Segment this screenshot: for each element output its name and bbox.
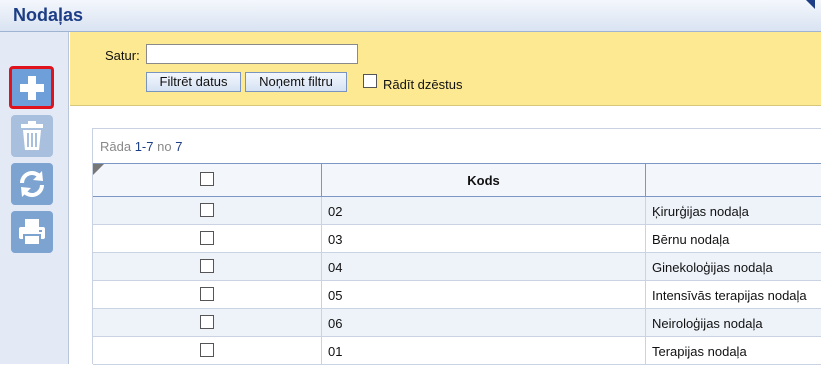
show-deleted-label: Rādīt dzēstus	[383, 77, 463, 92]
name-cell: Bērnu nodaļa	[646, 225, 821, 252]
filter-panel: Satur: Filtrēt datus Noņemt filtru Rādīt…	[70, 32, 821, 106]
row-code: 01	[328, 344, 343, 359]
main-content: Rāda 1-7 no 7 Kods 02 Ķirurģijas nodaļa 03…	[70, 106, 821, 365]
row-checkbox[interactable]	[200, 315, 214, 329]
info-total: 7	[175, 139, 183, 154]
page-title: Nodaļas	[13, 5, 84, 25]
row-name: Neiroloģijas nodaļa	[652, 316, 763, 331]
name-cell: Neiroloģijas nodaļa	[646, 309, 821, 336]
row-select-cell	[93, 197, 322, 224]
row-code: 02	[328, 204, 343, 219]
select-all-checkbox[interactable]	[200, 172, 214, 186]
code-cell: 03	[322, 225, 646, 252]
clear-filter-button[interactable]: Noņemt filtru	[245, 72, 347, 92]
filter-input[interactable]	[146, 44, 358, 64]
info-of: no	[157, 139, 172, 154]
info-range: 1-7	[134, 139, 154, 154]
table-row[interactable]: 03 Bērnu nodaļa	[93, 225, 821, 253]
filter-data-button[interactable]: Filtrēt datus	[146, 72, 241, 92]
row-select-cell	[93, 225, 322, 252]
row-checkbox[interactable]	[200, 231, 214, 245]
table-row[interactable]: 01 Terapijas nodaļa	[93, 337, 821, 365]
row-code: 05	[328, 288, 343, 303]
grid-panel: Rāda 1-7 no 7 Kods 02 Ķirurģijas nodaļa 03…	[92, 128, 821, 365]
show-deleted-checkbox[interactable]	[363, 74, 377, 88]
row-name: Ginekoloģijas nodaļa	[652, 260, 773, 275]
row-name: Ķirurģijas nodaļa	[652, 204, 749, 219]
print-button[interactable]	[11, 211, 53, 253]
refresh-button[interactable]	[11, 163, 53, 205]
row-name: Bērnu nodaļa	[652, 232, 730, 247]
row-select-cell	[93, 309, 322, 336]
table-row[interactable]: 06 Neiroloģijas nodaļa	[93, 309, 821, 337]
row-code: 06	[328, 316, 343, 331]
table-row[interactable]: 05 Intensīvās terapijas nodaļa	[93, 281, 821, 309]
row-code: 03	[328, 232, 343, 247]
name-cell: Terapijas nodaļa	[646, 337, 821, 364]
records-info: Rāda 1-7 no 7	[100, 139, 182, 154]
add-button[interactable]	[9, 66, 54, 109]
column-header-label: Kods	[467, 173, 500, 188]
row-select-cell	[93, 281, 322, 308]
row-select-cell	[93, 337, 322, 364]
filter-label: Satur:	[105, 48, 140, 63]
column-header-name[interactable]	[646, 164, 821, 196]
row-checkbox[interactable]	[200, 203, 214, 217]
row-checkbox[interactable]	[200, 259, 214, 273]
row-select-cell	[93, 253, 322, 280]
collapse-corner-icon[interactable]	[806, 0, 815, 9]
name-cell: Intensīvās terapijas nodaļa	[646, 281, 821, 308]
name-cell: Ginekoloģijas nodaļa	[646, 253, 821, 280]
row-name: Terapijas nodaļa	[652, 344, 747, 359]
code-cell: 02	[322, 197, 646, 224]
action-toolbar	[0, 32, 69, 364]
code-cell: 04	[322, 253, 646, 280]
code-cell: 05	[322, 281, 646, 308]
grid-header: Kods	[93, 163, 821, 197]
info-prefix: Rāda	[100, 139, 132, 154]
row-name: Intensīvās terapijas nodaļa	[652, 288, 807, 303]
table-row[interactable]: 04 Ginekoloģijas nodaļa	[93, 253, 821, 281]
name-cell: Ķirurģijas nodaļa	[646, 197, 821, 224]
delete-button[interactable]	[11, 115, 53, 157]
code-cell: 06	[322, 309, 646, 336]
table-row[interactable]: 02 Ķirurģijas nodaļa	[93, 197, 821, 225]
column-header-kods[interactable]: Kods	[322, 164, 646, 196]
row-checkbox[interactable]	[200, 343, 214, 357]
code-cell: 01	[322, 337, 646, 364]
row-code: 04	[328, 260, 343, 275]
row-checkbox[interactable]	[200, 287, 214, 301]
title-bar: Nodaļas	[0, 0, 821, 32]
select-column-header	[93, 164, 322, 196]
